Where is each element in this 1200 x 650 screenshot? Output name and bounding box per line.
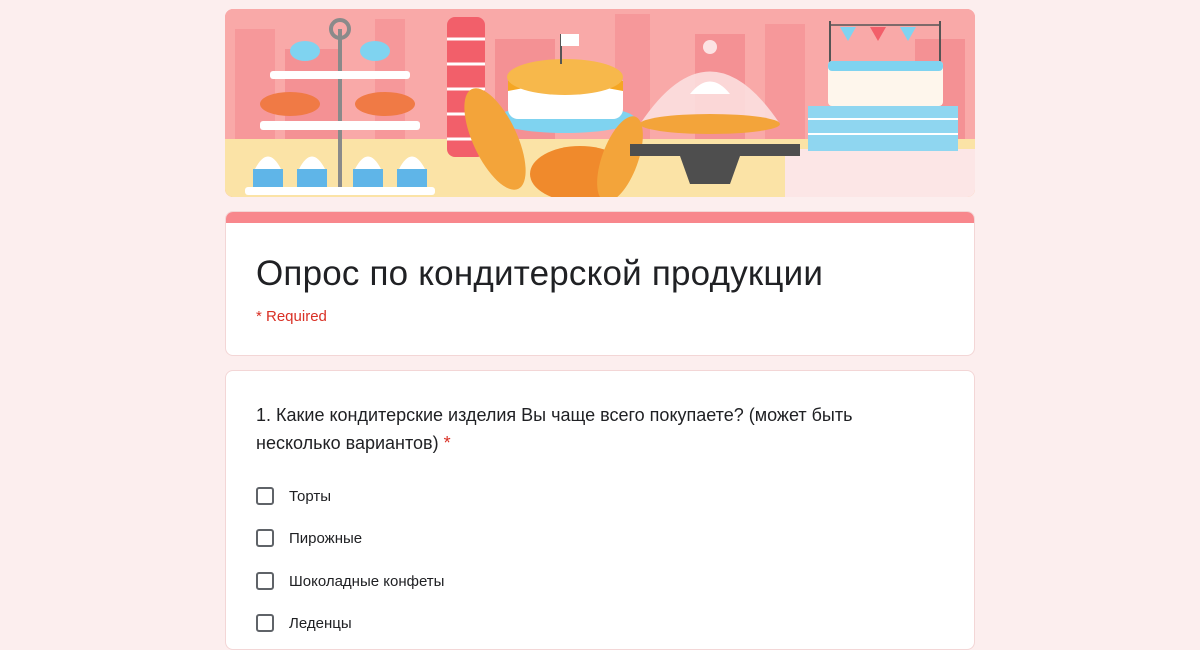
checkbox-option[interactable]: Леденцы — [256, 610, 352, 636]
required-asterisk: * — [443, 433, 451, 453]
checkbox-option[interactable]: Пирожные — [256, 525, 362, 551]
checkbox-unchecked-icon[interactable] — [256, 487, 274, 505]
question-title: 1. Какие кондитерские изделия Вы чаще вс… — [256, 401, 936, 457]
checkbox-unchecked-icon[interactable] — [256, 614, 274, 632]
checkbox-option[interactable]: Шоколадные конфеты — [256, 568, 444, 594]
theme-color-strip — [226, 212, 974, 223]
checkbox-unchecked-icon[interactable] — [256, 529, 274, 547]
option-label: Шоколадные конфеты — [289, 572, 445, 590]
checkbox-unchecked-icon[interactable] — [256, 572, 274, 590]
header-banner-image — [225, 9, 975, 197]
option-label: Леденцы — [289, 614, 352, 632]
option-label: Пирожные — [289, 529, 363, 547]
form-title-card: Опрос по кондитерской продукции * Requir… — [225, 211, 975, 356]
checkbox-option[interactable]: Торты — [256, 483, 331, 509]
required-note: * Required — [256, 308, 327, 325]
question-card: 1. Какие кондитерские изделия Вы чаще вс… — [225, 370, 975, 650]
question-text: 1. Какие кондитерские изделия Вы чаще вс… — [256, 405, 853, 453]
form-title: Опрос по кондитерской продукции — [256, 254, 824, 293]
option-label: Торты — [289, 487, 331, 505]
